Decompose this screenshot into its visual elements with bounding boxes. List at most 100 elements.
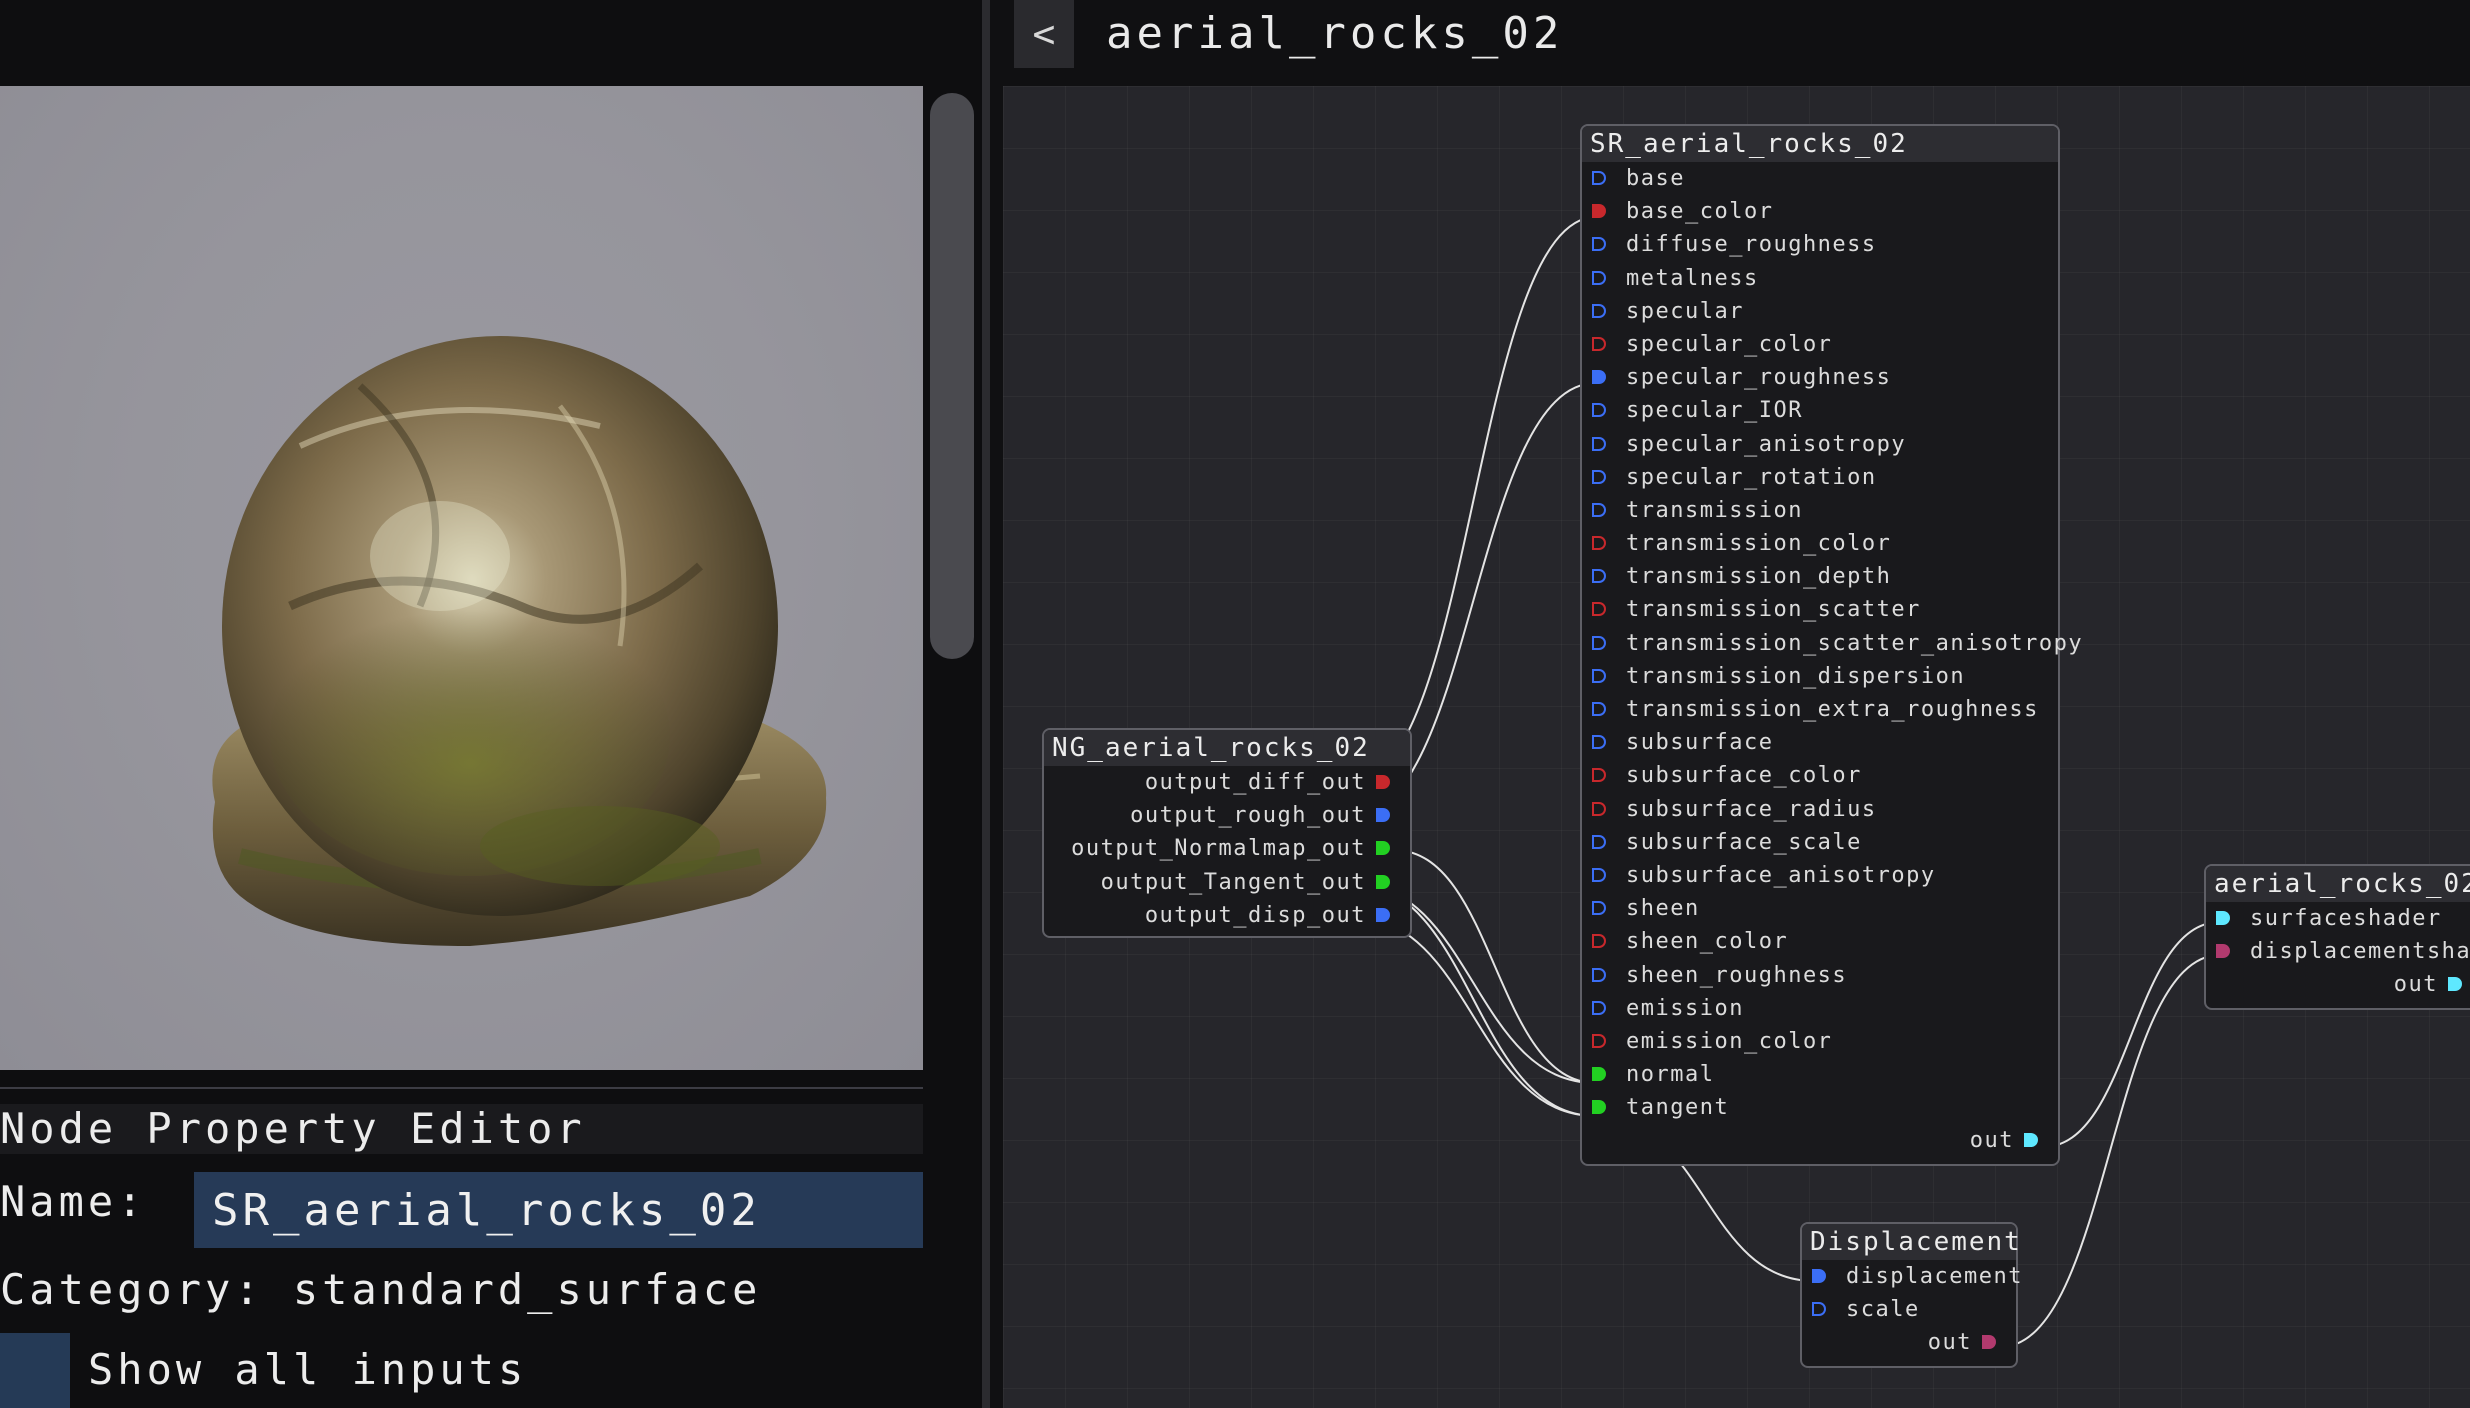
output-output-rough-out-pin[interactable] [1376,808,1390,823]
input-specular-pin[interactable] [1592,303,1606,318]
output-out-pin[interactable] [2024,1133,2038,1148]
output-row-out[interactable]: out [1582,1124,2058,1157]
input-subsurface-color-pin[interactable] [1592,768,1606,783]
output-row-output-diff-out[interactable]: output_diff_out [1044,766,1410,799]
output-output-Tangent-out-pin[interactable] [1376,874,1390,889]
input-metalness-pin[interactable] [1592,270,1606,285]
input-row-sheen[interactable]: sheen [1582,892,2058,925]
input-row-specular-rotation[interactable]: specular_rotation [1582,461,2058,494]
input-row-displacement[interactable]: displacement [1802,1260,2021,1293]
input-surfaceshader-pin[interactable] [2216,911,2230,925]
input-transmission-dispersion-pin[interactable] [1592,668,1606,683]
input-row-subsurface-radius[interactable]: subsurface_radius [1582,793,2058,826]
input-row-specular-color[interactable]: specular_color [1582,328,2058,361]
input-tangent-pin[interactable] [1592,1100,1606,1115]
input-transmission-pin[interactable] [1592,502,1606,517]
output-row-output-Tangent-out[interactable]: output_Tangent_out [1044,866,1410,899]
input-emission-pin[interactable] [1592,1000,1606,1015]
input-normal-pin[interactable] [1592,1067,1606,1082]
input-transmission-color-pin[interactable] [1592,536,1606,551]
input-row-scale[interactable]: scale [1802,1293,2016,1326]
node-displacement[interactable]: Displacement displacement scale out [1800,1222,2021,1368]
input-subsurface-pin[interactable] [1592,735,1606,750]
output-label: output_rough_out [1130,803,1366,829]
input-subsurface-scale-pin[interactable] [1592,834,1606,849]
material-preview-viewport[interactable] [0,86,923,1070]
output-out-pin[interactable] [1982,1335,1996,1350]
input-row-transmission-scatter-anisotropy[interactable]: transmission_scatter_anisotropy [1582,627,2082,660]
input-row-normal[interactable]: normal [1582,1058,2058,1091]
input-specular-color-pin[interactable] [1592,336,1606,351]
node-ng-aerial-rocks[interactable]: NG_aerial_rocks_02 output_diff_out output… [1042,728,1412,938]
output-output-diff-out-pin[interactable] [1376,775,1390,789]
category-line: Category: standard_surface [0,1265,761,1314]
output-row-out[interactable]: out [2206,968,2470,1001]
input-row-transmission-scatter[interactable]: transmission_scatter [1582,593,2058,626]
output-row-output-disp-out[interactable]: output_disp_out [1044,899,1410,932]
input-diffuse-roughness-pin[interactable] [1592,237,1606,252]
input-specular-IOR-pin[interactable] [1592,403,1606,418]
input-row-transmission-extra-roughness[interactable]: transmission_extra_roughness [1582,693,2058,726]
input-displacementshader-pin[interactable] [2216,944,2230,959]
input-row-sheen-color[interactable]: sheen_color [1582,925,2058,958]
input-row-metalness[interactable]: metalness [1582,262,2058,295]
input-transmission-scatter-anisotropy-pin[interactable] [1592,635,1606,650]
input-row-subsurface-color[interactable]: subsurface_color [1582,759,2058,792]
input-transmission-extra-roughness-pin[interactable] [1592,702,1606,716]
input-specular-anisotropy-pin[interactable] [1592,436,1606,451]
input-row-specular-roughness[interactable]: specular_roughness [1582,361,2058,394]
input-row-diffuse-roughness[interactable]: diffuse_roughness [1582,228,2058,261]
input-row-subsurface[interactable]: subsurface [1582,726,2058,759]
output-label: out [2393,972,2438,998]
input-label: diffuse_roughness [1626,232,1877,258]
input-base-color-pin[interactable] [1592,204,1606,219]
input-row-base[interactable]: base [1582,162,2058,195]
input-row-specular-IOR[interactable]: specular_IOR [1582,394,2058,427]
input-sheen-color-pin[interactable] [1592,934,1606,949]
show-all-inputs-checkbox[interactable] [0,1333,70,1408]
input-base-pin[interactable] [1592,171,1606,185]
input-row-specular[interactable]: specular [1582,295,2058,328]
input-row-sheen-roughness[interactable]: sheen_roughness [1582,959,2058,992]
input-row-subsurface-anisotropy[interactable]: subsurface_anisotropy [1582,859,2058,892]
input-row-specular-anisotropy[interactable]: specular_anisotropy [1582,428,2058,461]
input-row-transmission-depth[interactable]: transmission_depth [1582,560,2058,593]
output-row-output-rough-out[interactable]: output_rough_out [1044,799,1410,832]
input-row-subsurface-scale[interactable]: subsurface_scale [1582,826,2058,859]
node-material-aerial-rocks[interactable]: aerial_rocks_02 surfaceshader displacemen… [2204,864,2470,1010]
input-row-transmission-color[interactable]: transmission_color [1582,527,2058,560]
input-row-transmission-dispersion[interactable]: transmission_dispersion [1582,660,2058,693]
output-out-pin[interactable] [2448,977,2462,992]
panel-splitter[interactable] [982,0,990,1408]
input-row-base-color[interactable]: base_color [1582,195,2058,228]
output-output-disp-out-pin[interactable] [1376,907,1390,922]
input-subsurface-anisotropy-pin[interactable] [1592,867,1606,882]
input-sheen-pin[interactable] [1592,901,1606,916]
input-label: transmission_scatter_anisotropy [1626,630,2084,656]
node-title: aerial_rocks_02 [2206,866,2470,902]
input-specular-roughness-pin[interactable] [1592,370,1606,385]
input-row-tangent[interactable]: tangent [1582,1091,2058,1124]
input-specular-rotation-pin[interactable] [1592,469,1606,484]
input-row-displacementshader[interactable]: displacementshader [2206,935,2470,968]
input-row-emission[interactable]: emission [1582,992,2058,1025]
preview-scrollbar-thumb[interactable] [930,93,974,659]
input-row-surfaceshader[interactable]: surfaceshader [2206,902,2470,935]
input-row-transmission[interactable]: transmission [1582,494,2058,527]
output-output-Normalmap-out-pin[interactable] [1376,841,1390,856]
input-transmission-depth-pin[interactable] [1592,569,1606,584]
left-panel: Node Property Editor Name: SR_aerial_roc… [0,0,980,1408]
input-emission-color-pin[interactable] [1592,1033,1606,1048]
back-button[interactable]: < [1014,0,1074,68]
input-sheen-roughness-pin[interactable] [1592,967,1606,982]
input-label: subsurface_radius [1626,796,1877,822]
input-transmission-scatter-pin[interactable] [1592,602,1606,617]
input-scale-pin[interactable] [1812,1302,1826,1317]
input-displacement-pin[interactable] [1812,1269,1826,1283]
node-sr-aerial-rocks[interactable]: SR_aerial_rocks_02 base base_color diffuse… [1580,124,2082,1166]
output-row-output-Normalmap-out[interactable]: output_Normalmap_out [1044,832,1410,865]
input-subsurface-radius-pin[interactable] [1592,801,1606,816]
node-name-input[interactable]: SR_aerial_rocks_02 [194,1172,923,1248]
input-row-emission-color[interactable]: emission_color [1582,1025,2058,1058]
output-row-out[interactable]: out [1802,1326,2016,1359]
